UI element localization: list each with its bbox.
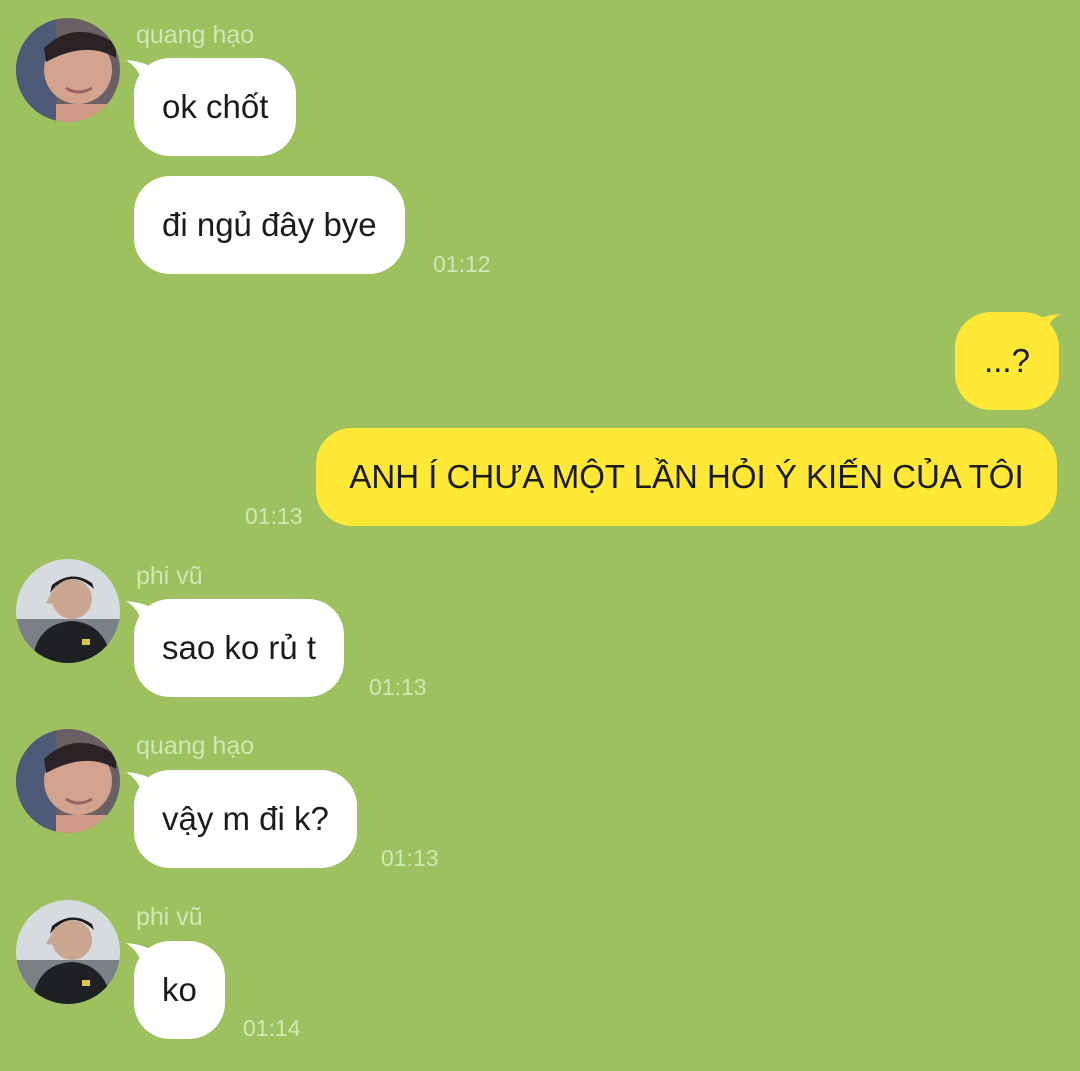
avatar-phi-vu[interactable] [16, 559, 120, 663]
message-time: 01:14 [243, 1015, 301, 1041]
avatar-image [16, 900, 120, 1004]
avatar-image [16, 729, 120, 833]
message-time: 01:13 [381, 845, 439, 871]
sender-name: phi vũ [136, 903, 203, 931]
sender-name: quang hạo [136, 21, 255, 49]
avatar-quang-hao[interactable] [16, 729, 120, 833]
message-time: 01:13 [369, 674, 427, 700]
message-bubble[interactable]: sao ko rủ t [134, 599, 345, 697]
message-time: 01:13 [245, 503, 303, 529]
message-bubble[interactable]: ...? [955, 312, 1059, 410]
avatar-image [16, 559, 120, 663]
message-bubble[interactable]: ko [134, 941, 225, 1039]
avatar-image [16, 18, 120, 122]
sender-name: quang hạo [136, 732, 255, 760]
message-bubble[interactable]: vậy m đi k? [134, 770, 357, 868]
message-bubble[interactable]: đi ngủ đây bye [134, 176, 405, 274]
message-time: 01:12 [433, 251, 491, 277]
sender-name: phi vũ [136, 562, 203, 590]
message-bubble[interactable]: ok chốt [134, 58, 297, 156]
avatar-quang-hao[interactable] [16, 18, 120, 122]
message-bubble[interactable]: ANH Í CHƯA MỘT LẦN HỎI Ý KIẾN CỦA TÔI [316, 428, 1057, 526]
avatar-phi-vu[interactable] [16, 900, 120, 1004]
chat-area[interactable]: quang hạo ok chốt đi ngủ đây bye 01:12 .… [0, 0, 1080, 1071]
